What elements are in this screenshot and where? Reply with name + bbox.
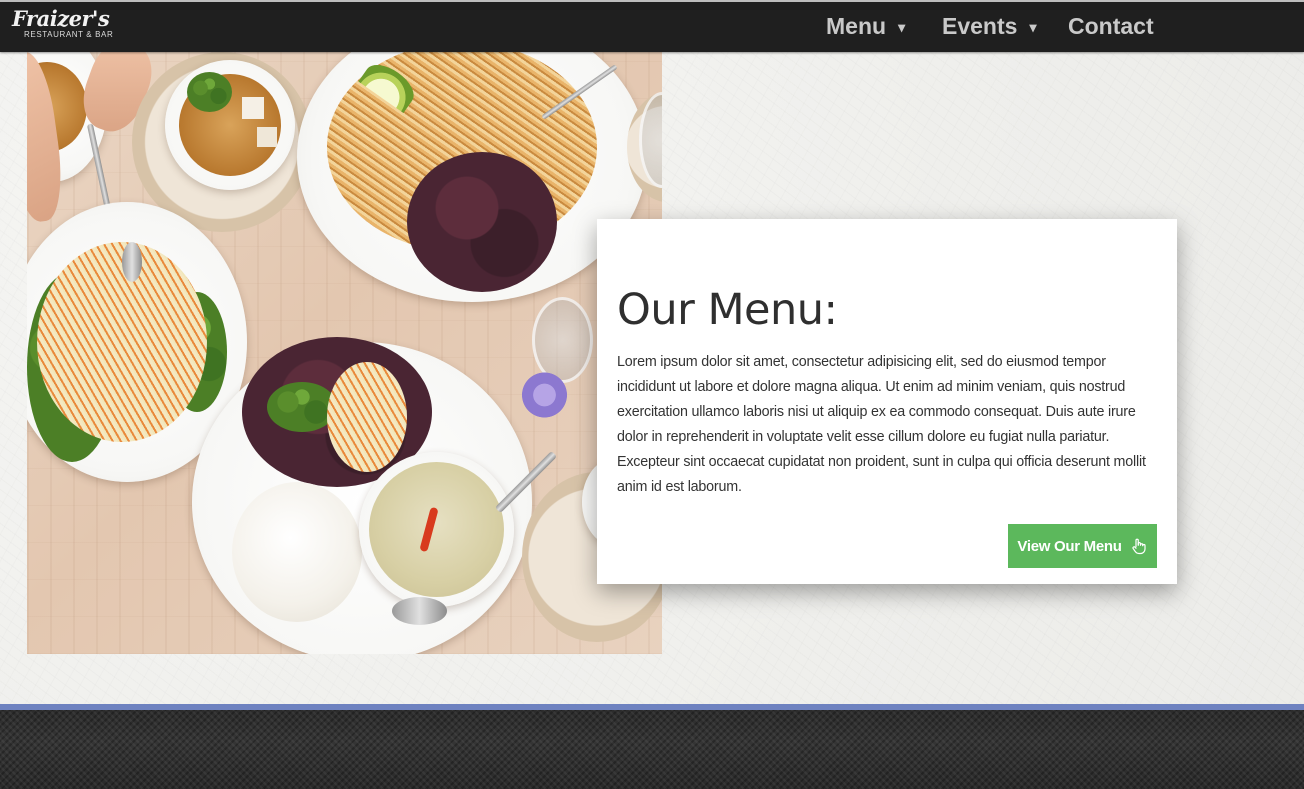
carrot-salad xyxy=(327,362,407,472)
view-menu-button-label: View Our Menu xyxy=(1017,537,1122,555)
menu-card-description: Lorem ipsum dolor sit amet, consectetur … xyxy=(617,354,1146,495)
view-menu-button[interactable]: View Our Menu xyxy=(1008,524,1157,568)
tofu xyxy=(242,97,264,119)
tofu xyxy=(257,127,277,147)
site-logo[interactable]: Fraizer's RESTAURANT & BAR xyxy=(12,6,114,40)
chevron-down-icon: ▾ xyxy=(898,19,906,35)
nav-item-label: Events xyxy=(942,13,1018,39)
nav-item-contact[interactable]: Contact xyxy=(1068,2,1154,52)
nav-item-label: Menu xyxy=(826,13,887,39)
papaya-salad xyxy=(37,242,207,442)
lettuce xyxy=(407,152,557,292)
footer xyxy=(0,710,1304,789)
nav-item-menu[interactable]: Menu ▾ xyxy=(826,2,905,52)
logo-subtitle: RESTAURANT & BAR xyxy=(24,30,114,39)
bok-choy xyxy=(187,72,232,112)
flower xyxy=(517,370,572,420)
pointing-hand-icon xyxy=(1132,538,1146,555)
nav-item-label: Contact xyxy=(1068,13,1154,39)
rice xyxy=(232,482,362,622)
logo-script: Fraizer's xyxy=(12,6,110,31)
spoon xyxy=(122,242,142,282)
nav-item-events[interactable]: Events ▾ xyxy=(942,2,1036,52)
food-photo xyxy=(27,52,662,654)
menu-card-title: Our Menu: xyxy=(617,285,838,335)
chevron-down-icon: ▾ xyxy=(1029,19,1037,35)
spoon-bowl xyxy=(392,597,447,625)
menu-card: Our Menu: Lorem ipsum dolor sit amet, co… xyxy=(597,219,1177,584)
top-navbar: Fraizer's RESTAURANT & BAR Menu ▾ Events ▾… xyxy=(0,0,1304,52)
green-curry xyxy=(369,462,504,597)
